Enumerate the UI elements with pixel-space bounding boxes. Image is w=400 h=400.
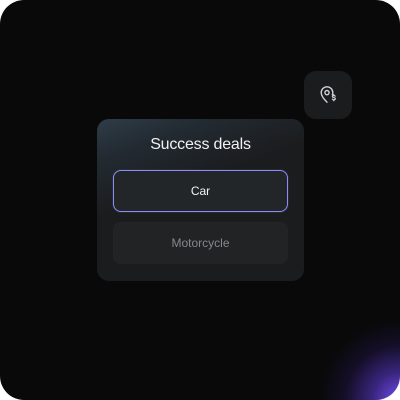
success-deals-card: Success deals Car Motorcycle — [97, 119, 304, 281]
option-label: Car — [190, 184, 211, 198]
location-dollar-button[interactable] — [304, 71, 352, 119]
option-motorcycle-button[interactable]: Motorcycle — [113, 222, 288, 264]
option-label: Motorcycle — [171, 236, 230, 250]
location-pin-dollar-icon — [318, 85, 338, 105]
card-title: Success deals — [150, 136, 251, 153]
app-canvas: Success deals Car Motorcycle — [0, 0, 400, 400]
option-car-button[interactable]: Car — [113, 170, 288, 212]
